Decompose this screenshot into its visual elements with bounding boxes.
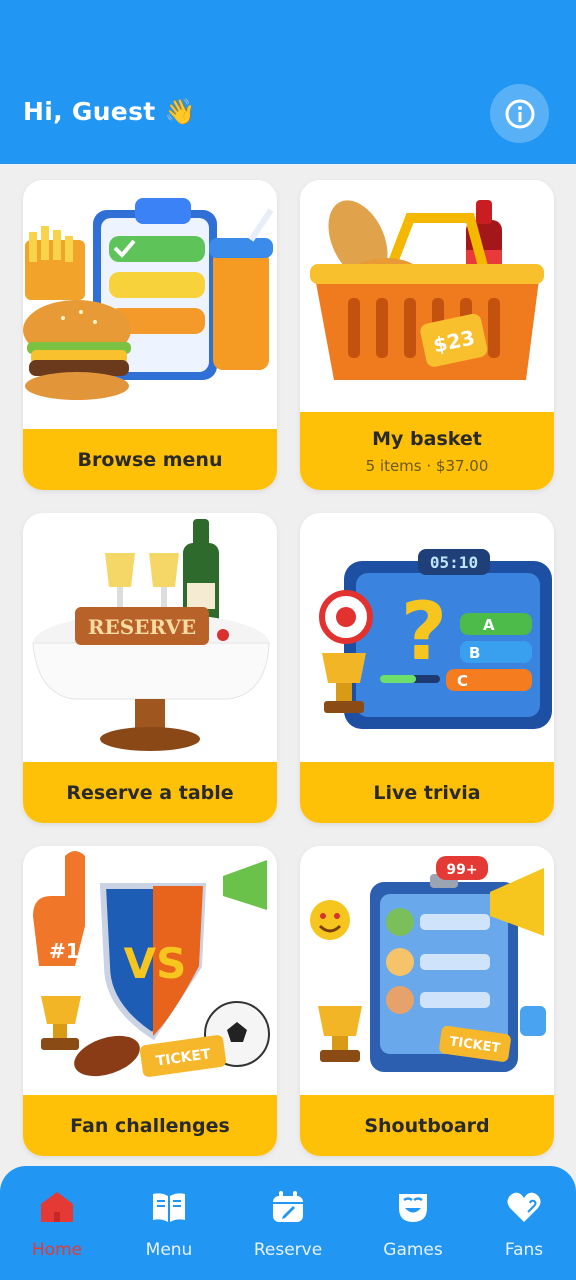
card-live-trivia[interactable]: 05:10 ? A B C Live trivia (300, 513, 554, 823)
games-icon (399, 1194, 427, 1222)
card-fan-challenges[interactable]: #1 VS TICKET Fan challenges (23, 846, 277, 1156)
nav-games[interactable]: Games (358, 1190, 468, 1260)
option-b: B (469, 644, 480, 662)
nav-reserve[interactable]: Reserve (233, 1190, 343, 1260)
basket-summary: 5 items · $37.00 (365, 456, 489, 475)
card-footer: Fan challenges (23, 1095, 277, 1156)
nav-label: Home (31, 1240, 83, 1260)
card-footer: Browse menu (23, 429, 277, 490)
calendar-icon (273, 1191, 303, 1222)
card-browse-menu[interactable]: Browse menu (23, 180, 277, 490)
home-icon (41, 1192, 73, 1222)
shoutboard-illustration: 99+ TICKET (300, 846, 554, 1095)
trivia-timer: 05:10 (430, 553, 478, 572)
nav-label: Fans (504, 1240, 544, 1260)
nav-fans[interactable]: Fans (469, 1190, 576, 1260)
nav-label: Menu (145, 1240, 193, 1260)
option-c: C (457, 672, 468, 690)
card-reserve-table[interactable]: RESERVE Reserve a table (23, 513, 277, 823)
reserve-sign-text: RESERVE (88, 615, 196, 639)
basket-illustration: $23 (300, 180, 554, 412)
card-footer: My basket 5 items · $37.00 (300, 412, 554, 490)
nav-menu[interactable]: Menu (114, 1190, 224, 1260)
card-footer: Live trivia (300, 762, 554, 823)
card-title: Reserve a table (66, 781, 234, 804)
card-title: My basket (372, 427, 482, 450)
book-icon (153, 1193, 185, 1222)
app-header: Hi, Guest 👋 (0, 0, 576, 164)
bottom-nav: Home Menu Reserve Games Fans (0, 1166, 576, 1280)
challenges-illustration: #1 VS TICKET (23, 846, 277, 1095)
card-footer: Reserve a table (23, 762, 277, 823)
table-illustration: RESERVE (23, 513, 277, 762)
nav-label: Games (383, 1240, 443, 1260)
notification-count: 99+ (446, 862, 477, 878)
card-my-basket[interactable]: $23 My basket 5 items · $37.00 (300, 180, 554, 490)
menu-illustration (23, 180, 277, 429)
card-shoutboard[interactable]: 99+ TICKET Shoutboard (300, 846, 554, 1156)
vs-text: VS (124, 939, 187, 988)
card-title: Live trivia (373, 781, 481, 804)
heart-icon (507, 1192, 541, 1222)
card-footer: Shoutboard (300, 1095, 554, 1156)
foam-finger-text: #1 (49, 939, 80, 963)
nav-home[interactable]: Home (2, 1190, 112, 1260)
trivia-illustration: 05:10 ? A B C (300, 513, 554, 762)
nav-label: Reserve (253, 1240, 323, 1260)
card-title: Fan challenges (70, 1114, 230, 1137)
info-button[interactable] (490, 84, 549, 143)
option-a: A (483, 616, 495, 634)
card-title: Shoutboard (364, 1114, 490, 1137)
info-icon (505, 99, 534, 128)
card-title: Browse menu (77, 448, 223, 471)
svg-text:?: ? (401, 585, 447, 678)
greeting-text: Hi, Guest 👋 (23, 97, 196, 126)
